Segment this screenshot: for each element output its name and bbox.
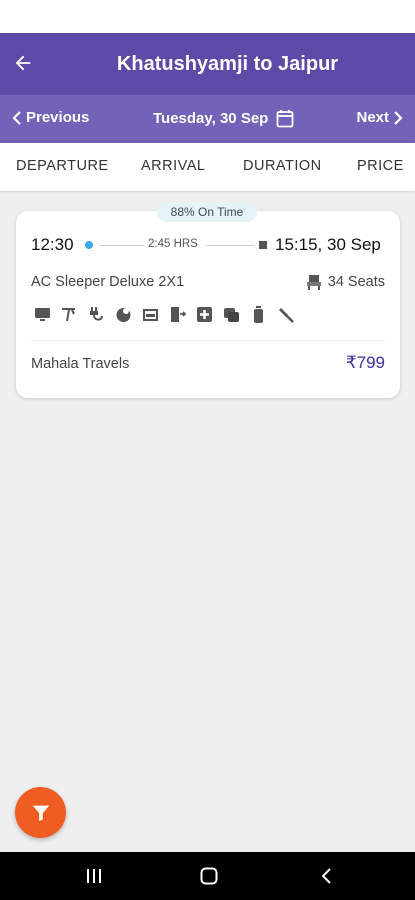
next-day-button[interactable]: Next: [356, 109, 403, 126]
sleeper-icon: [141, 305, 160, 324]
sort-tab-arrival[interactable]: ARRIVAL: [141, 158, 205, 174]
seats-count: 34 Seats: [327, 274, 385, 290]
operator-name: Mahala Travels: [31, 356, 130, 372]
journey-duration: 2:45 HRS: [148, 238, 198, 250]
charging-plug-icon: [87, 305, 106, 324]
sprinkler-icon: [60, 305, 79, 324]
fare-price: ₹799: [345, 353, 385, 372]
arrival-time: 15:15, 30 Sep: [275, 235, 381, 254]
date-navigation: Previous Tuesday, 30 Sep Next: [0, 95, 415, 143]
snack-icon: [114, 305, 133, 324]
calendar-icon: [276, 110, 294, 128]
filter-icon: [32, 805, 49, 821]
recent-apps-icon: [87, 869, 101, 883]
seat-icon: [306, 275, 321, 290]
sort-tab-departure[interactable]: DEPARTURE: [16, 158, 109, 174]
next-label: Next: [356, 109, 389, 126]
app-bar: Khatushyamji to Jaipur: [0, 33, 415, 95]
previous-label: Previous: [26, 109, 90, 126]
bus-result-card[interactable]: 12:30 2:45 HRS 15:15, 30 Sep AC Sleeper …: [16, 211, 400, 398]
first-aid-icon: [195, 305, 214, 324]
home-button[interactable]: [197, 864, 221, 888]
status-bar: [0, 0, 415, 33]
system-navigation-bar: [0, 852, 415, 900]
page-title: Khatushyamji to Jaipur: [116, 52, 339, 75]
sort-bar: DEPARTURE ARRIVAL DURATION PRICE: [0, 143, 415, 191]
chevron-right-icon: [394, 110, 403, 125]
sort-tab-duration[interactable]: DURATION: [243, 158, 322, 174]
selected-date: Tuesday, 30 Sep: [153, 110, 269, 127]
seat-availability: 34 Seats: [305, 273, 385, 291]
on-time-badge: 88% On Time: [157, 202, 257, 222]
sort-tab-price[interactable]: PRICE: [357, 158, 404, 174]
arrival-square-icon: [259, 241, 267, 249]
chevron-left-icon: [12, 110, 21, 125]
blanket-icon: [222, 305, 241, 324]
journey-line: [100, 245, 144, 246]
departure-dot-icon: [85, 241, 93, 249]
date-picker[interactable]: Tuesday, 30 Sep: [153, 109, 294, 128]
exit-icon: [168, 305, 187, 324]
card-divider: [31, 340, 385, 341]
emergency-hammer-icon: [276, 305, 295, 324]
bus-type: AC Sleeper Deluxe 2X1: [31, 274, 185, 290]
amenities-list: [33, 305, 295, 324]
recent-apps-button[interactable]: [82, 864, 106, 888]
previous-day-button[interactable]: Previous: [12, 109, 89, 126]
filter-button[interactable]: [15, 787, 66, 838]
journey-line: [207, 245, 254, 246]
water-bottle-icon: [249, 305, 268, 324]
arrow-left-icon[interactable]: [8, 48, 38, 78]
tv-icon: [33, 305, 52, 324]
system-back-button[interactable]: [314, 864, 338, 888]
home-icon: [200, 867, 218, 885]
departure-time: 12:30: [31, 235, 74, 254]
chevron-left-icon: [321, 868, 331, 884]
